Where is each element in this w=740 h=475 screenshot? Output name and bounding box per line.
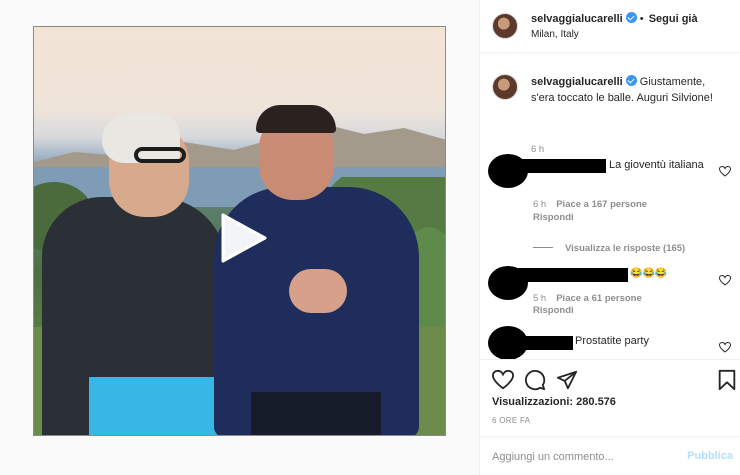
video-person-right-hands (289, 269, 347, 313)
views-count[interactable]: Visualizzazioni: 280.576 (492, 396, 616, 408)
views-value: 280.576 (576, 396, 616, 408)
comment-text: Prostatite party (575, 335, 649, 347)
follow-separator: • (639, 13, 644, 25)
publish-button[interactable]: Pubblica (687, 450, 733, 462)
post-location[interactable]: Milan, Italy (531, 29, 579, 40)
comment-item: 😂😂😂 5 h Piace a 61 persone Rispondi (488, 266, 733, 326)
comment-composer: Pubblica (480, 436, 740, 475)
comment-likes[interactable]: Piace a 61 persone (556, 293, 642, 304)
heart-icon[interactable] (719, 275, 731, 286)
redacted-username (518, 159, 606, 173)
video-person-left-shorts (89, 377, 229, 435)
heart-icon[interactable] (719, 166, 731, 177)
comment-item: La gioventù italiana 6 h Piace a 167 pers… (488, 154, 733, 274)
video-person-left-glasses (134, 147, 186, 163)
comment-likes[interactable]: Piace a 167 persone (556, 199, 647, 210)
play-icon[interactable] (217, 211, 269, 265)
comment-text: 😂😂😂 (630, 268, 668, 279)
comment-icon[interactable] (524, 369, 546, 391)
video-person-right-hair (256, 105, 336, 133)
comment-input[interactable] (492, 449, 682, 465)
comment-time[interactable]: 6 h (533, 199, 546, 210)
view-replies-button[interactable]: Visualizza le risposte (165) (533, 243, 685, 254)
caption-username[interactable]: selvaggialucarelli (531, 76, 623, 88)
bookmark-icon[interactable] (716, 369, 738, 391)
views-label: Visualizzazioni: (492, 396, 574, 408)
video-player[interactable] (33, 26, 446, 436)
post-header: selvaggialucarelli • Segui già Milan, It… (480, 0, 740, 53)
reply-button[interactable]: Rispondi (533, 212, 574, 223)
author-line: selvaggialucarelli • Segui già (531, 12, 698, 25)
comments-list[interactable]: selvaggialucarelli Giustamente, s'era to… (480, 54, 740, 359)
comment-text: La gioventù italiana (609, 159, 704, 171)
comment-meta: 6 h Piace a 167 persone (533, 199, 647, 210)
share-icon[interactable] (556, 369, 578, 391)
heart-icon[interactable] (492, 369, 514, 391)
comment-time[interactable]: 5 h (533, 293, 546, 304)
verified-icon (625, 12, 637, 23)
video-background-hills (34, 124, 445, 172)
follow-button[interactable]: Segui già (649, 13, 698, 25)
author-avatar[interactable] (492, 13, 518, 39)
redacted-username (518, 268, 628, 282)
reply-button[interactable]: Rispondi (533, 305, 574, 316)
comment-meta: 5 h Piace a 61 persone (533, 293, 642, 304)
post-actions: Visualizzazioni: 280.576 6 ORE FA (480, 359, 740, 434)
verified-icon (625, 75, 637, 86)
heart-icon[interactable] (719, 342, 731, 353)
post-timestamp[interactable]: 6 ORE FA (492, 416, 530, 425)
author-username[interactable]: selvaggialucarelli (531, 13, 623, 25)
redacted-username (518, 336, 573, 350)
media-pane (0, 0, 479, 475)
video-person-right-pants (251, 392, 381, 435)
post-sidebar: selvaggialucarelli • Segui già Milan, It… (479, 0, 740, 475)
caption-avatar[interactable] (492, 74, 518, 100)
comment-item: Prostatite party (488, 326, 733, 359)
caption-text-block: selvaggialucarelli Giustamente, s'era to… (531, 74, 731, 106)
